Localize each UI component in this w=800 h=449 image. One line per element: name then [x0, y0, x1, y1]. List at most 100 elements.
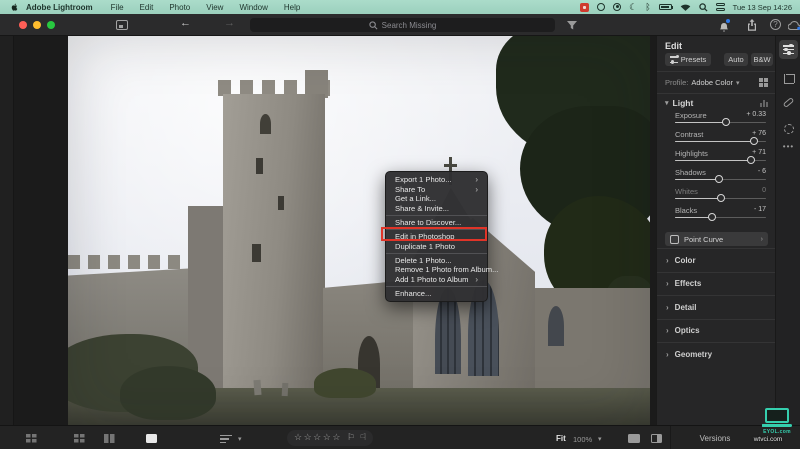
- menu-item-add-1-photo-to-album[interactable]: Add 1 Photo to Album ›: [386, 274, 487, 284]
- menu-item-get-a-link[interactable]: Get a Link...: [386, 194, 487, 204]
- slider-fill: [675, 216, 713, 219]
- slider-track[interactable]: [675, 118, 766, 127]
- control-center-icon[interactable]: [715, 3, 725, 11]
- screen-record-icon[interactable]: [580, 2, 590, 12]
- auto-button[interactable]: Auto: [724, 53, 748, 66]
- slider-track[interactable]: [675, 213, 766, 222]
- menu-item-duplicate-1-photo[interactable]: Duplicate 1 Photo: [386, 241, 487, 251]
- menu-item-share-to-discover[interactable]: Share to Discover...: [386, 218, 487, 228]
- section-effects[interactable]: › Effects: [657, 271, 776, 296]
- healing-brush-icon: [782, 97, 795, 108]
- star-icon[interactable]: ☆: [323, 432, 331, 443]
- wifi-icon[interactable]: [680, 3, 691, 12]
- zoom-level-label[interactable]: 100%: [573, 435, 592, 444]
- help-icon[interactable]: ?: [770, 19, 781, 30]
- sort-icon[interactable]: [220, 435, 232, 443]
- versions-button[interactable]: Versions: [690, 434, 740, 443]
- menubar-clock[interactable]: Tue 13 Sep 14:26: [733, 3, 792, 12]
- close-window-button[interactable]: [19, 21, 27, 29]
- menu-item-share-invite[interactable]: Share & Invite...: [386, 204, 487, 214]
- detail-view-icon[interactable]: [146, 434, 157, 443]
- flag-controls[interactable]: ⚐ ⚐: [347, 432, 367, 443]
- slider-track[interactable]: [675, 137, 766, 146]
- slider-knob[interactable]: [708, 213, 717, 222]
- healing-tool-button[interactable]: [779, 93, 798, 112]
- section-detail[interactable]: › Detail: [657, 295, 776, 319]
- share-icon[interactable]: [747, 19, 757, 31]
- slider-track[interactable]: [675, 156, 766, 165]
- zoom-fit-label[interactable]: Fit: [556, 434, 566, 443]
- menubar-item-help[interactable]: Help: [276, 3, 308, 12]
- zoom-chevron-icon[interactable]: ▾: [598, 435, 602, 443]
- slider-knob[interactable]: [746, 156, 755, 165]
- tool-strip: •••: [775, 36, 800, 425]
- section-optics[interactable]: › Optics: [657, 318, 776, 343]
- menu-item-share-to[interactable]: Share To ›: [386, 185, 487, 195]
- apple-menu-icon[interactable]: [10, 2, 19, 12]
- cloud-sync-icon[interactable]: [788, 21, 800, 30]
- photo-canvas-church-image[interactable]: [68, 36, 650, 425]
- menu-item-delete-1-photo[interactable]: Delete 1 Photo...: [386, 255, 487, 265]
- menubar-item-adobe-lightroom[interactable]: Adobe Lightroom: [19, 3, 103, 12]
- profile-row[interactable]: Profile: Adobe Color ▾: [665, 78, 768, 87]
- menubar-item-edit[interactable]: Edit: [132, 3, 162, 12]
- star-icon[interactable]: ☆: [313, 432, 321, 443]
- bluetooth-icon[interactable]: ᛒ: [645, 2, 650, 12]
- slider-label: Highlights: [675, 149, 708, 158]
- light-section-header[interactable]: ▾ Light: [665, 98, 768, 108]
- point-curve-button[interactable]: Point Curve ›: [665, 232, 768, 246]
- more-tools-button[interactable]: •••: [779, 137, 798, 156]
- menubar-item-file[interactable]: File: [103, 3, 132, 12]
- back-button[interactable]: ←: [180, 17, 191, 29]
- slider-track[interactable]: [675, 194, 766, 203]
- profile-grid-icon[interactable]: [759, 78, 768, 87]
- slider-knob[interactable]: [750, 137, 759, 146]
- star-icon[interactable]: ☆: [332, 432, 340, 443]
- menu-item-enhance[interactable]: Enhance...: [386, 288, 487, 298]
- sort-chevron-icon[interactable]: ▾: [238, 435, 242, 443]
- section-color[interactable]: › Color: [657, 248, 776, 272]
- pick-flag-icon[interactable]: ⚐: [347, 432, 355, 443]
- star-icon[interactable]: ☆: [294, 432, 302, 443]
- profile-label: Profile:: [665, 78, 689, 87]
- menubar-item-view[interactable]: View: [198, 3, 231, 12]
- menu-item-remove-1-photo-from-album[interactable]: Remove 1 Photo from Album...: [386, 265, 498, 275]
- photo-grid-view-icon[interactable]: [26, 434, 37, 443]
- histogram-icon[interactable]: [760, 99, 768, 107]
- slideshow-icon[interactable]: [628, 434, 640, 443]
- masking-tool-button[interactable]: [779, 119, 798, 138]
- reject-flag-icon[interactable]: ⚐: [359, 432, 367, 443]
- fullscreen-window-button[interactable]: [47, 21, 55, 29]
- compare-view-icon[interactable]: [104, 434, 115, 443]
- section-geometry[interactable]: › Geometry: [657, 342, 776, 366]
- search-input[interactable]: Search Missing: [250, 18, 555, 32]
- menubar-item-window[interactable]: Window: [231, 3, 275, 12]
- bw-button[interactable]: B&W: [751, 53, 773, 66]
- menu-item-export-1-photo[interactable]: Export 1 Photo... ›: [386, 175, 487, 185]
- slider-knob[interactable]: [716, 194, 725, 203]
- forward-button[interactable]: →: [224, 17, 235, 29]
- star-icon[interactable]: ☆: [304, 432, 312, 443]
- crop-tool-button[interactable]: [779, 69, 798, 88]
- edit-tool-button[interactable]: [779, 40, 798, 59]
- slider-knob[interactable]: [721, 118, 730, 127]
- slider-value: - 6: [757, 168, 766, 175]
- spotlight-icon[interactable]: [698, 2, 708, 12]
- square-grid-view-icon[interactable]: [74, 434, 85, 443]
- circle-b-icon[interactable]: [613, 3, 622, 11]
- left-collapsed-rail[interactable]: [0, 36, 14, 425]
- battery-icon[interactable]: [658, 4, 674, 10]
- my-photos-grid-icon[interactable]: [116, 20, 128, 30]
- slider-fill: [675, 121, 726, 124]
- slider-track[interactable]: [675, 175, 766, 184]
- presets-button[interactable]: Presets: [665, 53, 711, 66]
- circle-a-icon[interactable]: [597, 3, 606, 11]
- panel-toggle-icon[interactable]: [651, 434, 662, 443]
- menubar-item-photo[interactable]: Photo: [161, 3, 198, 12]
- notifications-bell-icon[interactable]: [719, 19, 730, 38]
- filter-funnel-icon[interactable]: [567, 21, 577, 30]
- star-rating[interactable]: ☆ ☆ ☆ ☆ ☆: [294, 432, 340, 443]
- moon-icon[interactable]: ☾: [629, 2, 637, 12]
- slider-knob[interactable]: [714, 175, 723, 184]
- minimize-window-button[interactable]: [33, 21, 41, 29]
